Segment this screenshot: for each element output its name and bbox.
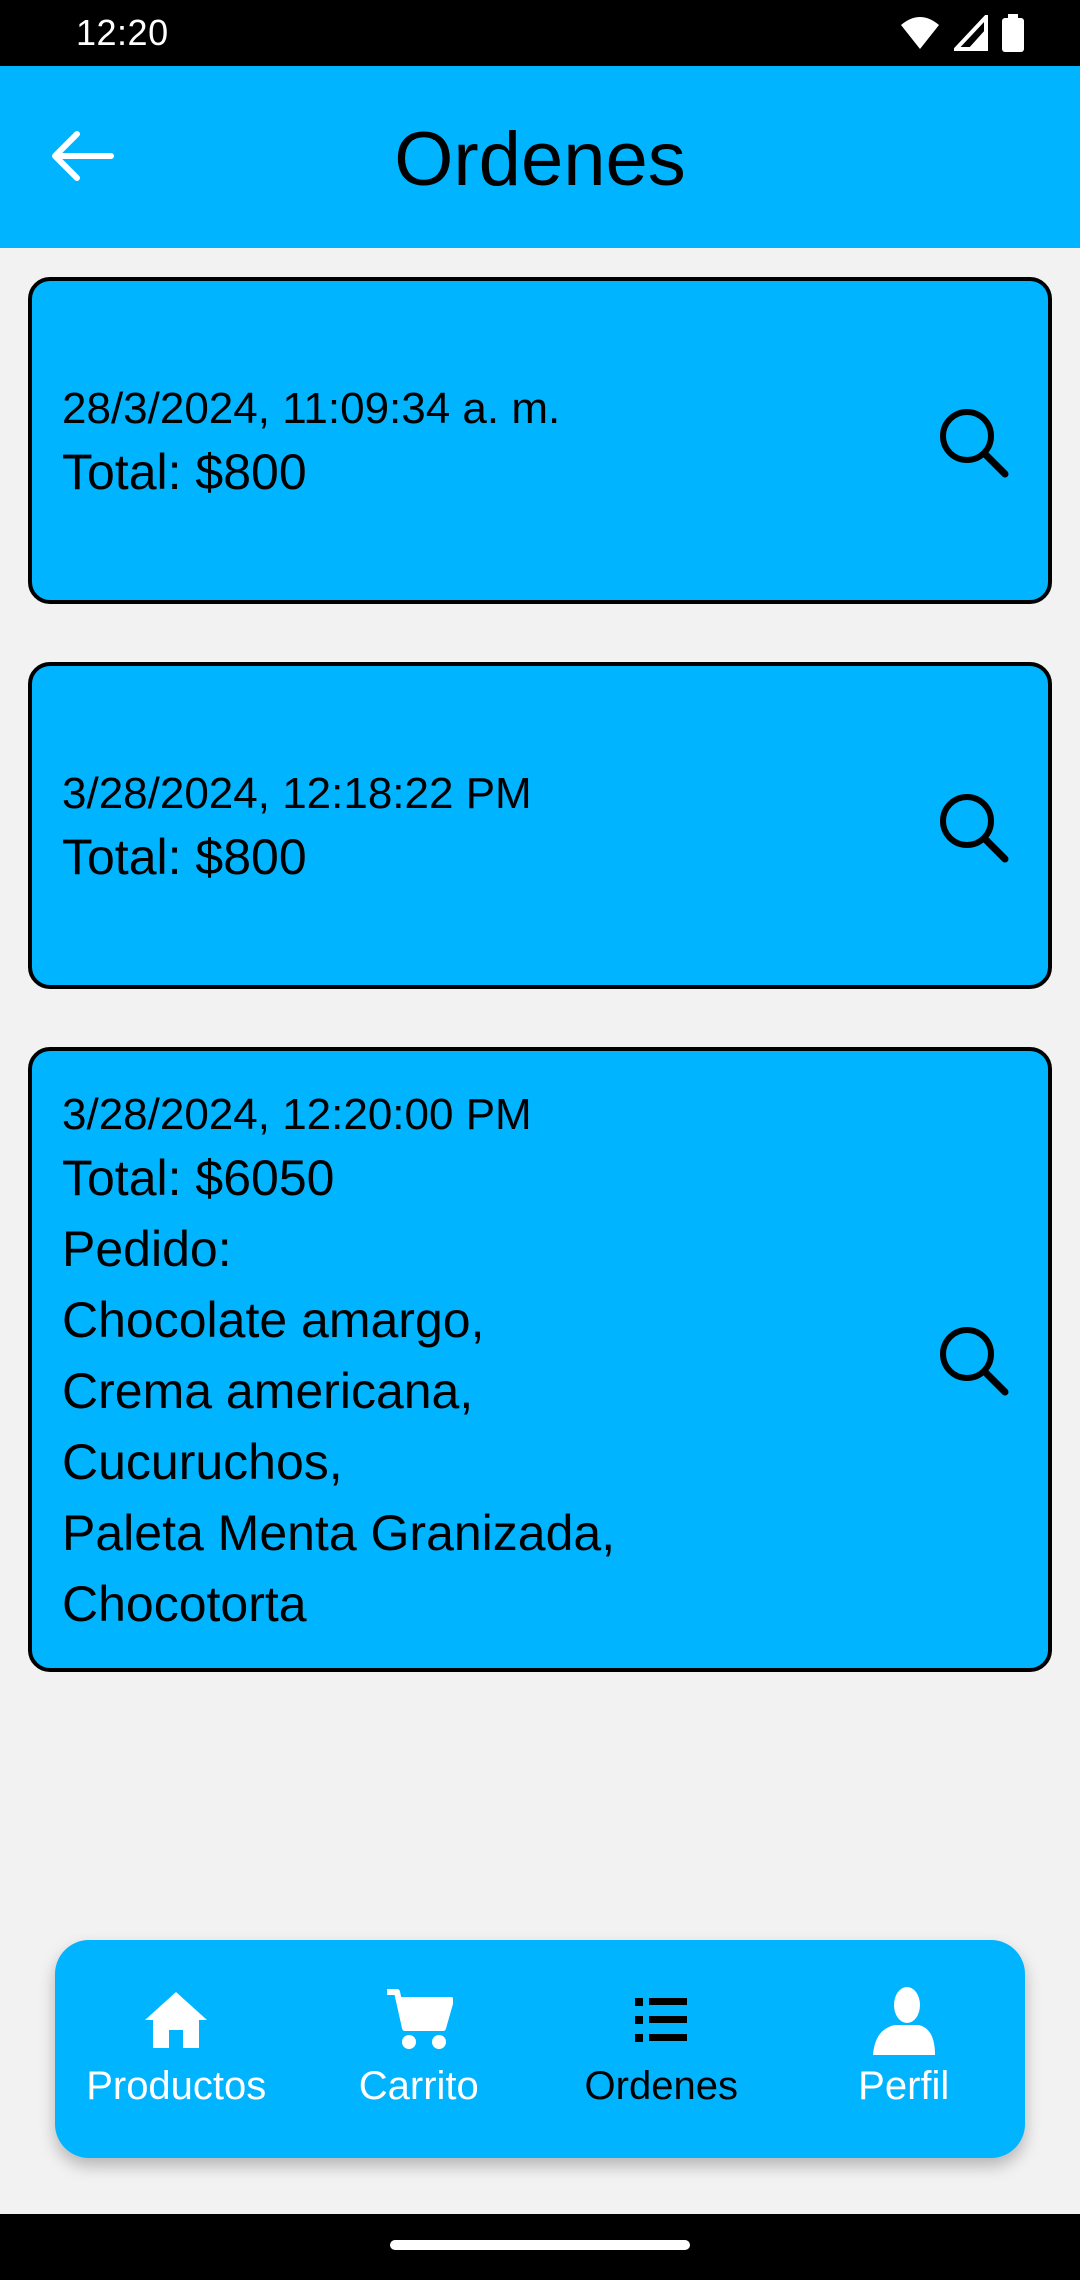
order-card[interactable]: 3/28/2024, 12:18:22 PM Total: $800 [28,662,1052,989]
list-icon [635,1998,688,2042]
app-bar: Ordenes [0,66,1080,248]
nav-item-productos[interactable]: Productos [55,1940,298,2158]
order-total: Total: $800 [62,444,307,500]
home-icon [145,1992,208,2048]
order-details: 28/3/2024, 11:09:34 a. m. Total: $800 [62,377,560,508]
search-icon [940,794,1009,863]
nav-label: Carrito [358,2064,479,2108]
person-icon [872,1987,935,2055]
nav-label: Ordenes [584,2064,738,2108]
order-item: Paleta Menta Granizada, [62,1505,616,1561]
system-gesture-bar [0,2214,1080,2280]
wifi-icon [901,17,939,49]
page-title: Ordenes [394,117,686,202]
status-time: 12:20 [76,12,169,53]
order-date: 3/28/2024, 12:20:00 PM [62,1090,532,1139]
order-date: 28/3/2024, 11:09:34 a. m. [62,384,561,433]
order-item: Cucuruchos, [62,1434,343,1490]
order-card[interactable]: 3/28/2024, 12:20:00 PM Total: $6050 Pedi… [28,1047,1052,1672]
nav-label: Perfil [858,2064,950,2108]
view-order-button[interactable] [934,403,1014,483]
order-item: Chocotorta [62,1576,307,1632]
cart-icon [386,1989,453,2049]
nav-item-perfil[interactable]: Perfil [783,1940,1026,2158]
nav-item-ordenes[interactable]: Ordenes [540,1940,783,2158]
order-card[interactable]: 28/3/2024, 11:09:34 a. m. Total: $800 [28,277,1052,604]
nav-item-carrito[interactable]: Carrito [298,1940,541,2158]
order-item: Chocolate amargo, [62,1292,485,1348]
order-total: Total: $6050 [62,1150,335,1206]
order-pedido-label: Pedido: [62,1221,232,1277]
search-icon [940,1327,1009,1396]
status-icons [900,14,1024,52]
signal-icon [954,15,988,51]
view-order-button[interactable] [934,788,1014,868]
view-order-button[interactable] [934,1321,1014,1401]
nav-label: Productos [86,2064,267,2108]
home-gesture-handle[interactable] [390,2240,690,2250]
order-item: Crema americana, [62,1363,474,1419]
search-icon [940,409,1009,478]
order-total: Total: $800 [62,829,307,885]
order-date: 3/28/2024, 12:18:22 PM [62,769,532,818]
status-bar: 12:20 [0,0,1080,66]
battery-icon [1002,14,1024,52]
order-details: 3/28/2024, 12:18:22 PM Total: $800 [62,762,532,893]
order-details: 3/28/2024, 12:20:00 PM Total: $6050 Pedi… [62,1083,615,1640]
bottom-nav: Productos Carrito Ordenes Perfil [55,1940,1025,2158]
